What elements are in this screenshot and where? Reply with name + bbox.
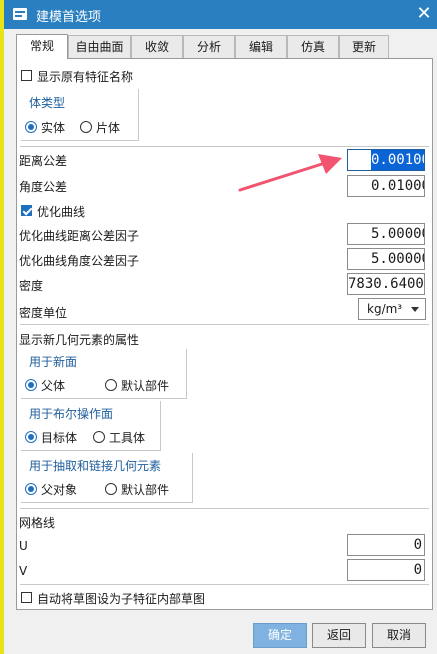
chevron-down-icon bbox=[411, 307, 419, 312]
opt-distance-factor-label: 优化曲线距离公差因子 bbox=[19, 229, 140, 243]
window-title: 建模首选项 bbox=[36, 10, 102, 25]
divider bbox=[20, 508, 429, 509]
auto-sketch-checkbox[interactable] bbox=[21, 592, 32, 603]
extract-parent-radio[interactable] bbox=[25, 483, 37, 495]
new-geometry-props-label: 显示新几何元素的属性 bbox=[19, 333, 140, 347]
density-label: 密度 bbox=[19, 279, 44, 293]
new-face-default-radio[interactable] bbox=[105, 379, 117, 391]
opt-angle-factor-label: 优化曲线角度公差因子 bbox=[19, 254, 140, 268]
density-unit-select[interactable]: kg/m³ bbox=[358, 298, 426, 320]
angle-tolerance-label: 角度公差 bbox=[19, 180, 68, 194]
extract-default-label: 默认部件 bbox=[121, 483, 170, 497]
divider bbox=[20, 146, 429, 147]
opt-distance-factor-input[interactable]: 5.00000 bbox=[347, 223, 425, 245]
show-feature-name-label: 显示原有特征名称 bbox=[37, 70, 134, 84]
optimize-curves-label: 优化曲线 bbox=[37, 205, 86, 219]
new-face-default-label: 默认部件 bbox=[121, 379, 170, 393]
density-input[interactable]: 7830.64000 bbox=[347, 273, 425, 295]
new-face-parent-label: 父体 bbox=[41, 379, 66, 393]
density-unit-value: kg/m³ bbox=[367, 302, 403, 316]
grid-u-input[interactable]: 0 bbox=[347, 534, 425, 556]
divider bbox=[20, 584, 429, 585]
tab-edit[interactable]: 编辑 bbox=[235, 35, 287, 58]
general-panel: 显示原有特征名称 体类型 实体 片体 距离公差 0.00100 角度公差 0.0… bbox=[16, 58, 433, 610]
divider bbox=[20, 324, 429, 325]
distance-tolerance-label: 距离公差 bbox=[19, 154, 68, 168]
ok-button[interactable]: 确定 bbox=[253, 623, 307, 648]
show-feature-name-checkbox[interactable] bbox=[21, 70, 32, 81]
boolean-target-radio[interactable] bbox=[25, 431, 37, 443]
tab-simulation[interactable]: 仿真 bbox=[287, 35, 339, 58]
opt-angle-factor-input[interactable]: 5.00000 bbox=[347, 248, 425, 270]
solid-radio[interactable] bbox=[25, 121, 37, 133]
distance-tolerance-input[interactable]: 0.00100 bbox=[347, 149, 425, 171]
grid-lines-label: 网格线 bbox=[19, 516, 56, 530]
tab-analysis[interactable]: 分析 bbox=[183, 35, 235, 58]
close-icon[interactable]: ✕ bbox=[413, 3, 435, 25]
tab-convergence[interactable]: 收敛 bbox=[131, 35, 183, 58]
sheet-radio[interactable] bbox=[80, 121, 92, 133]
cancel-button[interactable]: 取消 bbox=[372, 623, 426, 648]
tab-general[interactable]: 常规 bbox=[16, 34, 68, 59]
density-unit-label: 密度单位 bbox=[19, 306, 68, 320]
grid-v-input[interactable]: 0 bbox=[347, 559, 425, 581]
new-face-title: 用于新面 bbox=[29, 355, 78, 369]
sheet-label: 片体 bbox=[96, 121, 121, 135]
solid-label: 实体 bbox=[41, 121, 66, 135]
extract-link-title: 用于抽取和链接几何元素 bbox=[29, 459, 162, 473]
extract-parent-label: 父对象 bbox=[41, 483, 78, 497]
dialog-window: 建模首选项 ✕ 常规 自由曲面 收敛 分析 编辑 仿真 更新 显示原有特征名称 … bbox=[0, 0, 437, 654]
back-button[interactable]: 返回 bbox=[312, 623, 366, 648]
annotation-arrow-icon bbox=[238, 154, 342, 192]
new-face-parent-radio[interactable] bbox=[25, 379, 37, 391]
tab-freeform[interactable]: 自由曲面 bbox=[68, 35, 131, 58]
app-icon bbox=[13, 8, 27, 20]
grid-u-label: U bbox=[19, 539, 28, 553]
angle-tolerance-input[interactable]: 0.01000 bbox=[347, 175, 425, 197]
auto-sketch-label: 自动将草图设为子特征内部草图 bbox=[37, 592, 206, 606]
boolean-face-title: 用于布尔操作面 bbox=[29, 407, 114, 421]
body-type-title: 体类型 bbox=[29, 96, 66, 110]
title-bar: 建模首选项 ✕ bbox=[4, 0, 437, 29]
grid-v-label: V bbox=[19, 564, 28, 578]
extract-default-radio[interactable] bbox=[105, 483, 117, 495]
optimize-curves-checkbox[interactable] bbox=[21, 205, 32, 216]
tab-update[interactable]: 更新 bbox=[339, 35, 389, 58]
boolean-tool-label: 工具体 bbox=[109, 431, 146, 445]
boolean-target-label: 目标体 bbox=[41, 431, 78, 445]
boolean-tool-radio[interactable] bbox=[93, 431, 105, 443]
